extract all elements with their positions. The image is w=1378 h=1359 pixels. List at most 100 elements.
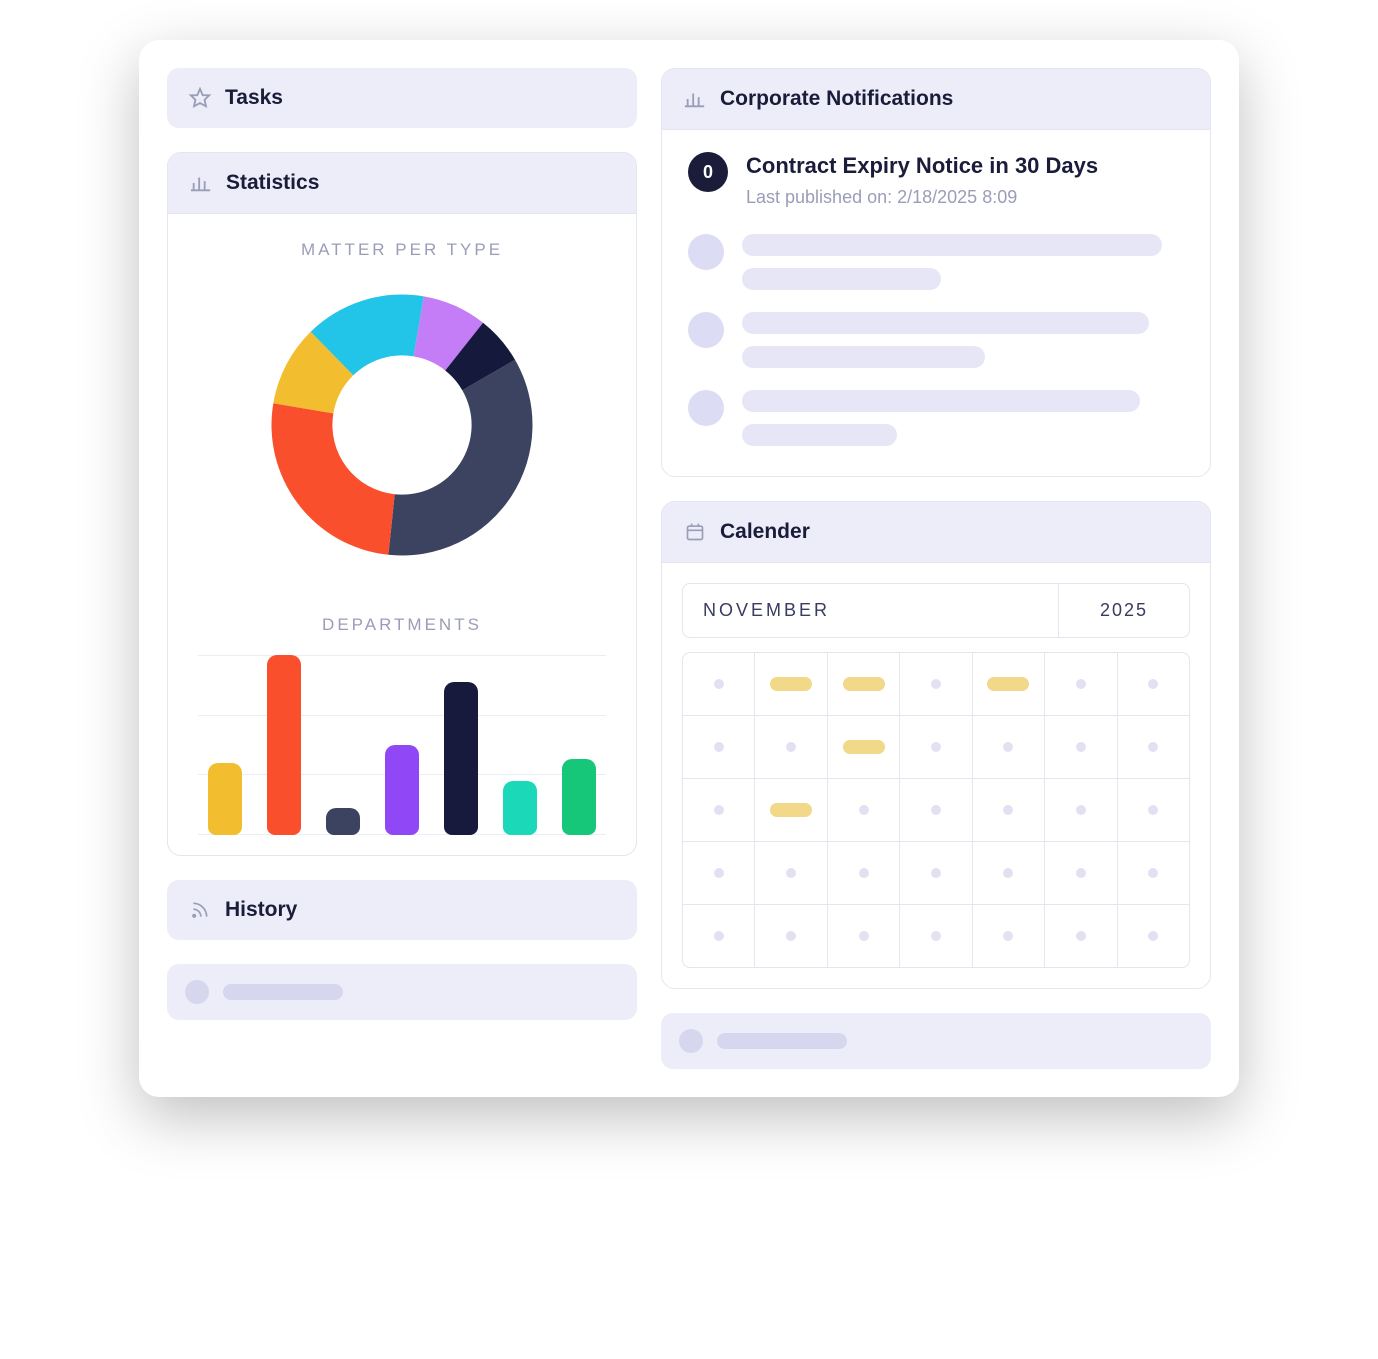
notifications-title: Corporate Notifications: [720, 87, 953, 111]
calendar-empty-dot: [786, 868, 796, 878]
tasks-panel-header[interactable]: Tasks: [167, 68, 637, 128]
calendar-icon: [684, 521, 706, 543]
rss-icon: [189, 899, 211, 921]
calendar-cell[interactable]: [754, 842, 826, 904]
left-column: Tasks Statistics MATTER PER TYPE DEPARTM…: [167, 68, 637, 1069]
calendar-empty-dot: [931, 679, 941, 689]
calendar-cell[interactable]: [754, 716, 826, 778]
calendar-cell[interactable]: [1044, 653, 1116, 715]
calendar-empty-dot: [931, 742, 941, 752]
donut-chart: [257, 280, 547, 570]
calendar-cell[interactable]: [754, 779, 826, 841]
bar: [385, 745, 419, 835]
calendar-cell[interactable]: [754, 905, 826, 967]
calendar-empty-dot: [1003, 805, 1013, 815]
calendar-empty-dot: [714, 679, 724, 689]
calendar-empty-dot: [1148, 931, 1158, 941]
donut-label: MATTER PER TYPE: [188, 240, 616, 260]
bar: [562, 759, 596, 835]
calendar-cell[interactable]: [1117, 716, 1189, 778]
notification-placeholder: [688, 312, 1184, 368]
calendar-year[interactable]: 2025: [1059, 584, 1189, 637]
calendar-cell[interactable]: [1044, 905, 1116, 967]
donut-section: MATTER PER TYPE: [168, 214, 636, 615]
calendar-empty-dot: [786, 931, 796, 941]
calendar-event-pill: [770, 803, 812, 817]
calendar-cell[interactable]: [827, 716, 899, 778]
bar: [444, 682, 478, 835]
calendar-cell[interactable]: [683, 905, 754, 967]
calendar-cell[interactable]: [972, 779, 1044, 841]
dashboard: Tasks Statistics MATTER PER TYPE DEPARTM…: [139, 40, 1239, 1097]
right-column: Corporate Notifications 0 Contract Expir…: [661, 68, 1211, 1069]
statistics-card: Statistics MATTER PER TYPE DEPARTMENTS: [167, 152, 637, 856]
bar-chart-icon: [684, 88, 706, 110]
calendar-cell[interactable]: [1044, 779, 1116, 841]
calendar-cell[interactable]: [1044, 716, 1116, 778]
placeholder-dot: [679, 1029, 703, 1053]
calendar-cell[interactable]: [899, 842, 971, 904]
calendar-cell[interactable]: [827, 842, 899, 904]
bar-section: DEPARTMENTS: [168, 615, 636, 855]
placeholder-line: [223, 984, 343, 1000]
calendar-cell[interactable]: [683, 779, 754, 841]
history-title: History: [225, 898, 297, 922]
calendar-empty-dot: [1003, 742, 1013, 752]
calendar-cell[interactable]: [1117, 653, 1189, 715]
calendar-cell[interactable]: [683, 653, 754, 715]
calendar-cell[interactable]: [972, 653, 1044, 715]
star-icon: [189, 87, 211, 109]
calendar-empty-dot: [1076, 931, 1086, 941]
calendar-cell[interactable]: [972, 842, 1044, 904]
notification-title: Contract Expiry Notice in 30 Days: [746, 152, 1184, 181]
placeholder-dot: [185, 980, 209, 1004]
calendar-event-pill: [843, 740, 885, 754]
statistics-title: Statistics: [226, 171, 319, 195]
notification-subtitle: Last published on: 2/18/2025 8:09: [746, 187, 1184, 208]
calendar-cell[interactable]: [972, 716, 1044, 778]
notification-item[interactable]: 0 Contract Expiry Notice in 30 Days Last…: [688, 152, 1184, 208]
calendar-cell[interactable]: [972, 905, 1044, 967]
calendar-empty-dot: [714, 931, 724, 941]
calendar-empty-dot: [931, 805, 941, 815]
bar: [267, 655, 301, 835]
history-panel-header[interactable]: History: [167, 880, 637, 940]
calendar-cell[interactable]: [1117, 779, 1189, 841]
calendar-cell[interactable]: [827, 905, 899, 967]
calendar-title: Calender: [720, 520, 810, 544]
calendar-empty-dot: [1148, 805, 1158, 815]
calendar-event-pill: [770, 677, 812, 691]
calendar-empty-dot: [1076, 679, 1086, 689]
bar: [326, 808, 360, 835]
calendar-cell[interactable]: [899, 653, 971, 715]
bar: [208, 763, 242, 835]
calendar-cell[interactable]: [754, 653, 826, 715]
calendar-empty-dot: [1148, 868, 1158, 878]
calendar-empty-dot: [1076, 742, 1086, 752]
calendar-event-pill: [987, 677, 1029, 691]
calendar-cell[interactable]: [1044, 842, 1116, 904]
calendar-cell[interactable]: [899, 779, 971, 841]
notifications-header: Corporate Notifications: [662, 69, 1210, 130]
calendar-event-pill: [843, 677, 885, 691]
statistics-header: Statistics: [168, 153, 636, 214]
tasks-title: Tasks: [225, 86, 283, 110]
calendar-empty-dot: [714, 868, 724, 878]
calendar-header: Calender: [662, 502, 1210, 563]
calendar-cell[interactable]: [683, 842, 754, 904]
calendar-empty-dot: [1076, 805, 1086, 815]
bar-chart-icon: [190, 172, 212, 194]
calendar-cell[interactable]: [1117, 905, 1189, 967]
calendar-grid: [682, 652, 1190, 968]
calendar-cell[interactable]: [899, 716, 971, 778]
left-loading-placeholder: [167, 964, 637, 1020]
calendar-empty-dot: [714, 742, 724, 752]
calendar-cell[interactable]: [827, 653, 899, 715]
calendar-cell[interactable]: [899, 905, 971, 967]
calendar-empty-dot: [931, 931, 941, 941]
calendar-cell[interactable]: [827, 779, 899, 841]
calendar-cell[interactable]: [1117, 842, 1189, 904]
calendar-cell[interactable]: [683, 716, 754, 778]
calendar-month[interactable]: NOVEMBER: [683, 584, 1059, 637]
right-loading-placeholder: [661, 1013, 1211, 1069]
